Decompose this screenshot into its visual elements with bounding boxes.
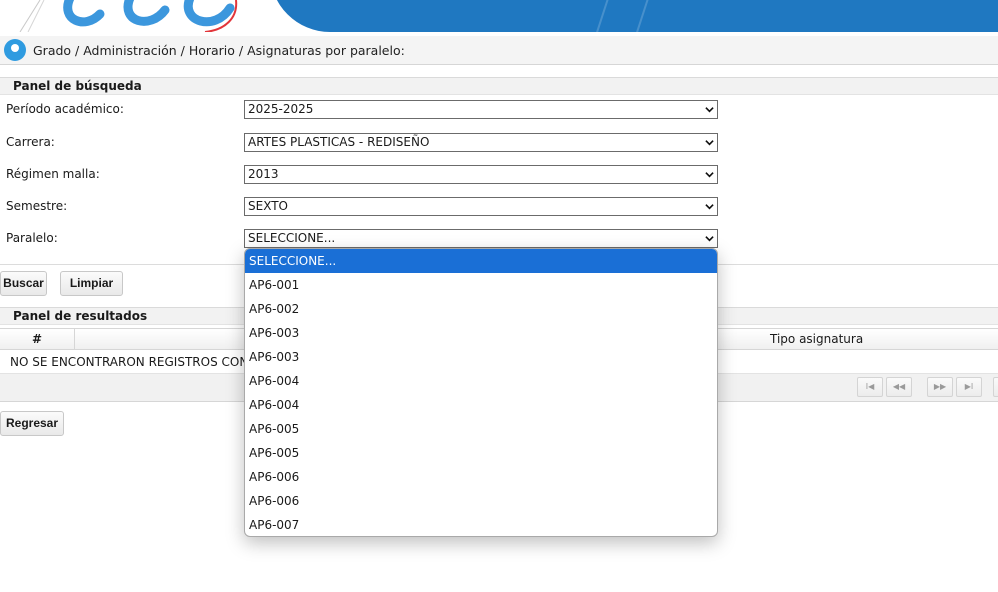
empty-message: NO SE ENCONTRARON REGISTROS CON LOS: [10, 355, 276, 369]
breadcrumb-path: Grado / Administración / Horario / Asign…: [33, 42, 405, 58]
chevron-down-icon: [705, 140, 714, 146]
dropdown-option[interactable]: AP6-004: [245, 393, 717, 417]
banner-blue-shape: [270, 0, 998, 32]
paralelo-dropdown-list: SELECCIONE... AP6-001 AP6-002 AP6-003 AP…: [244, 248, 718, 537]
chevron-down-icon: [705, 204, 714, 210]
regimen-label: Régimen malla:: [6, 167, 100, 181]
dropdown-option[interactable]: SELECCIONE...: [245, 249, 717, 273]
form-row-periodo: Período académico: 2025-2025: [0, 100, 998, 120]
dropdown-option[interactable]: AP6-007: [245, 513, 717, 536]
dropdown-option[interactable]: AP6-004: [245, 369, 717, 393]
institution-logo: [19, 0, 238, 32]
back-button[interactable]: Regresar: [0, 411, 64, 436]
paralelo-label: Paralelo:: [6, 231, 58, 245]
dropdown-option[interactable]: AP6-005: [245, 441, 717, 465]
form-row-carrera: Carrera: ARTES PLASTICAS - REDISEÑO: [0, 133, 998, 153]
next-page-button[interactable]: ▶▶: [927, 377, 953, 397]
semestre-value: SEXTO: [248, 199, 288, 213]
breadcrumb: Grado / Administración / Horario / Asign…: [0, 36, 998, 65]
paralelo-select[interactable]: SELECCIONE...: [244, 229, 718, 248]
dropdown-option[interactable]: AP6-006: [245, 489, 717, 513]
prev-page-button[interactable]: ◀◀: [886, 377, 912, 397]
semestre-label: Semestre:: [6, 199, 68, 213]
dropdown-option[interactable]: AP6-003: [245, 345, 717, 369]
form-row-regimen: Régimen malla: 2013: [0, 165, 998, 185]
regimen-select[interactable]: 2013: [244, 165, 718, 184]
chevron-down-icon: [705, 236, 714, 242]
paralelo-value: SELECCIONE...: [248, 231, 336, 245]
form-row-semestre: Semestre: SEXTO: [0, 197, 998, 217]
dropdown-option[interactable]: AP6-003: [245, 321, 717, 345]
column-tipo-asignatura[interactable]: Tipo asignatura: [770, 329, 863, 350]
form-row-paralelo: Paralelo: SELECCIONE...: [0, 229, 998, 249]
header-banner: [0, 0, 998, 32]
carrera-value: ARTES PLASTICAS - REDISEÑO: [248, 135, 430, 149]
search-button[interactable]: Buscar: [0, 271, 47, 296]
search-panel-title: Panel de búsqueda: [0, 77, 998, 95]
carrera-label: Carrera:: [6, 135, 55, 149]
periodo-label: Período académico:: [6, 102, 124, 116]
first-page-button[interactable]: I◀: [857, 377, 883, 397]
last-page-button[interactable]: ▶I: [956, 377, 982, 397]
column-number[interactable]: #: [0, 329, 75, 350]
dropdown-option[interactable]: AP6-006: [245, 465, 717, 489]
dropdown-option[interactable]: AP6-001: [245, 273, 717, 297]
dropdown-option[interactable]: AP6-002: [245, 297, 717, 321]
clear-button[interactable]: Limpiar: [60, 271, 123, 296]
dropdown-option[interactable]: AP6-005: [245, 417, 717, 441]
map-pin-icon: [4, 39, 26, 61]
periodo-value: 2025-2025: [248, 102, 314, 116]
carrera-select[interactable]: ARTES PLASTICAS - REDISEÑO: [244, 133, 718, 152]
periodo-select[interactable]: 2025-2025: [244, 100, 718, 119]
regimen-value: 2013: [248, 167, 279, 181]
rows-per-page-select[interactable]: [993, 377, 998, 397]
chevron-down-icon: [705, 107, 714, 113]
semestre-select[interactable]: SEXTO: [244, 197, 718, 216]
chevron-down-icon: [705, 172, 714, 178]
